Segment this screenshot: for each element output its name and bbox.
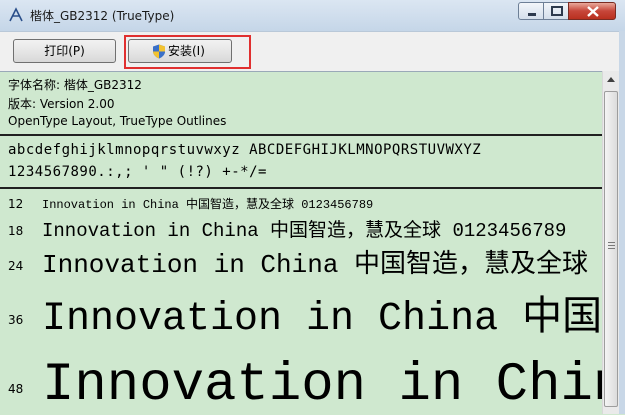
toolbar: 打印(P) 安装(I) — [0, 31, 625, 72]
size-label: 12 — [8, 197, 24, 211]
sample-row-48: 48 Innovation in China 中国智造，慧及全球 0123456… — [0, 338, 602, 415]
separator — [0, 134, 602, 136]
title-bar[interactable]: 楷体_GB2312 (TrueType) — [0, 0, 625, 31]
charset-letters: abcdefghijklmnopqrstuvwxyz ABCDEFGHIJKLM… — [8, 142, 482, 158]
grip-line — [608, 248, 615, 249]
size-label: 18 — [8, 224, 24, 238]
sample-text: Innovation in China 中国智造，慧及全球 0123456789 — [42, 355, 602, 415]
font-app-icon — [9, 7, 23, 22]
grip-line — [608, 245, 615, 246]
size-label: 36 — [8, 313, 24, 327]
minimize-icon — [528, 13, 536, 16]
grip-line — [608, 242, 615, 243]
sample-text: Innovation in China 中国智造，慧及全球 0123456789 — [42, 220, 567, 242]
close-icon — [587, 6, 599, 17]
sample-text: Innovation in China 中国智造，慧及全球 0123456789 — [42, 297, 602, 338]
size-label: 48 — [8, 382, 24, 396]
vertical-scrollbar[interactable] — [602, 71, 619, 414]
sample-row-24: 24 Innovation in China 中国智造，慧及全球 0123456… — [0, 242, 602, 280]
install-button[interactable]: 安装(I) — [128, 39, 232, 63]
sample-text: Innovation in China 中国智造，慧及全球 0123456789 — [42, 250, 602, 280]
maximize-button[interactable] — [543, 2, 569, 20]
minimize-button[interactable] — [518, 2, 544, 20]
size-label: 24 — [8, 259, 24, 273]
sample-row-12: 12 Innovation in China 中国智造，慧及全球 0123456… — [0, 192, 602, 214]
sample-row-18: 18 Innovation in China 中国智造，慧及全球 0123456… — [0, 214, 602, 242]
charset-digits: 1234567890.:,; ' " (!?) +-*/= — [8, 164, 267, 180]
font-outlines-line: OpenType Layout, TrueType Outlines — [8, 114, 227, 128]
scroll-thumb[interactable] — [604, 91, 618, 407]
font-name-line: 字体名称: 楷体_GB2312 — [8, 78, 142, 92]
window-frame — [619, 31, 625, 414]
close-button[interactable] — [568, 2, 616, 20]
arrow-up-icon — [607, 77, 615, 82]
sample-row-36: 36 Innovation in China 中国智造，慧及全球 0123456… — [0, 280, 602, 338]
print-button[interactable]: 打印(P) — [13, 39, 116, 63]
separator — [0, 187, 602, 189]
font-version-line: 版本: Version 2.00 — [8, 97, 115, 111]
uac-shield-icon — [153, 44, 165, 59]
sample-text: Innovation in China 中国智造，慧及全球 0123456789 — [42, 198, 374, 212]
maximize-icon — [551, 6, 563, 16]
font-preview-pane[interactable]: 字体名称: 楷体_GB2312 版本: Version 2.00 OpenTyp… — [0, 71, 625, 415]
window-title: 楷体_GB2312 (TrueType) — [30, 9, 175, 23]
install-label: 安装(I) — [168, 44, 205, 58]
scroll-up-button[interactable] — [603, 71, 619, 88]
